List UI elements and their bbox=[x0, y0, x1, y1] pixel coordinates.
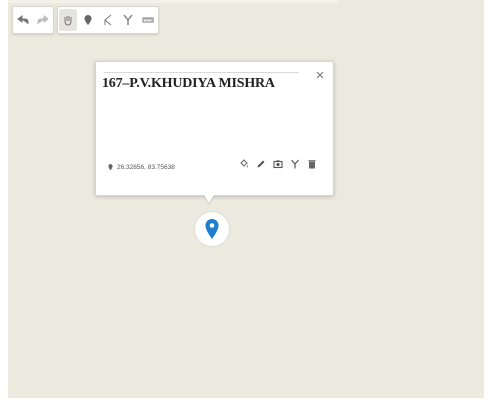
popup-divider bbox=[104, 72, 299, 73]
route-icon bbox=[291, 159, 299, 168]
route-icon bbox=[123, 14, 133, 25]
tools-group bbox=[57, 6, 159, 34]
camera-icon bbox=[273, 159, 283, 168]
map-top-strip bbox=[8, 0, 338, 3]
popup-title: 167–P.V.KHUDIYA MISHRA bbox=[102, 76, 275, 91]
close-icon[interactable] bbox=[315, 70, 325, 80]
history-group bbox=[12, 6, 54, 34]
measure-button[interactable] bbox=[139, 9, 157, 31]
map-toolbar bbox=[12, 6, 159, 34]
marker-tool-icon bbox=[84, 15, 92, 25]
map-pin-icon bbox=[205, 219, 219, 239]
delete-button[interactable] bbox=[307, 158, 317, 169]
photo-button[interactable] bbox=[273, 158, 283, 169]
coordinates-readout: 26.32856, 83.75638 bbox=[108, 164, 175, 171]
route-button[interactable] bbox=[119, 9, 137, 31]
popup-tail bbox=[202, 192, 216, 203]
pan-tool-button[interactable] bbox=[59, 9, 77, 31]
add-marker-button[interactable] bbox=[79, 9, 97, 31]
coordinates-text: 26.32856, 83.75638 bbox=[117, 164, 175, 171]
undo-button[interactable] bbox=[14, 9, 32, 31]
draw-line-button[interactable] bbox=[99, 9, 117, 31]
ruler-icon bbox=[142, 17, 154, 23]
undo-icon bbox=[17, 15, 29, 24]
edit-button[interactable] bbox=[256, 158, 266, 169]
line-tool-icon bbox=[104, 14, 112, 26]
pencil-icon bbox=[257, 160, 265, 167]
directions-button[interactable] bbox=[290, 158, 300, 169]
redo-button[interactable] bbox=[34, 9, 52, 31]
map-canvas[interactable] bbox=[8, 0, 484, 398]
marker-popup: 167–P.V.KHUDIYA MISHRA 26.32856, 83.7563… bbox=[95, 61, 334, 196]
map-marker[interactable] bbox=[195, 212, 229, 246]
paint-bucket-icon bbox=[240, 158, 248, 167]
pan-hand-icon bbox=[64, 16, 72, 26]
popup-actions bbox=[239, 158, 317, 169]
redo-icon bbox=[37, 15, 49, 24]
trash-icon bbox=[308, 159, 316, 168]
fill-color-button[interactable] bbox=[239, 158, 249, 169]
location-pin-icon bbox=[108, 164, 113, 171]
